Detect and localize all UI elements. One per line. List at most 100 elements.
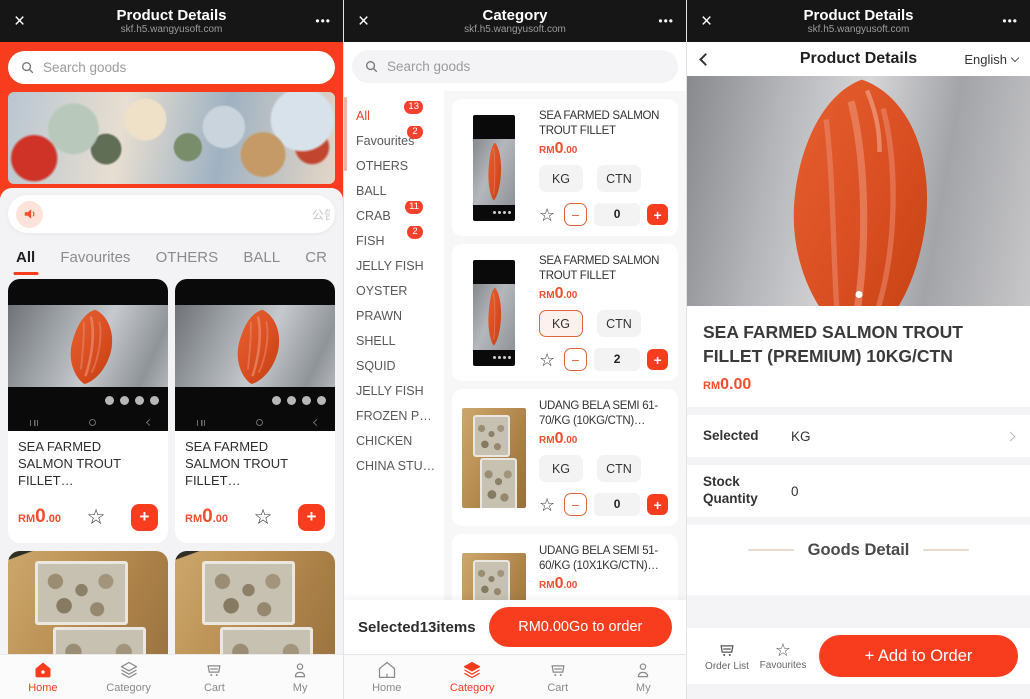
nav-my[interactable]: My [257, 655, 343, 699]
unit-option-kg-selected[interactable]: KG [539, 310, 583, 337]
increase-quantity-button[interactable]: + [647, 494, 668, 515]
product-card[interactable]: SEA FARMED SALMON TROUT FILLET… RM0.00 ☆… [8, 279, 168, 543]
add-to-order-button[interactable]: + Add to Order [819, 635, 1018, 677]
middle-appbar: × Category skf.h5.wangyusoft.com ••• [344, 0, 686, 42]
bottom-strip [687, 684, 1030, 699]
product-hero-image[interactable] [687, 76, 1030, 306]
product-card[interactable] [175, 551, 335, 654]
category-tab[interactable]: OTHERS [156, 249, 219, 266]
decrease-quantity-button[interactable]: − [564, 493, 587, 516]
list-item[interactable]: SEA FARMED SALMON TROUT FILLET (PREMIU… … [452, 99, 678, 236]
category-icon [462, 660, 482, 680]
category-item[interactable]: 13 All [344, 101, 444, 126]
category-item[interactable]: OYSTER [344, 276, 444, 301]
decrease-quantity-button[interactable]: − [564, 348, 587, 371]
category-item[interactable]: SHELL [344, 326, 444, 351]
go-to-order-button[interactable]: RM0.00Go to order [489, 607, 672, 647]
product-card[interactable]: SEA FARMED SALMON TROUT FILLET… RM0.00 ☆… [175, 279, 335, 543]
increase-quantity-button[interactable]: + [647, 204, 668, 225]
screenshot-buttons [493, 211, 511, 214]
right-window-title: Product Details [687, 7, 1030, 24]
product-thumbnail[interactable] [462, 553, 526, 601]
selected-unit-row[interactable]: Selected KG [687, 415, 1030, 457]
nav-home[interactable]: Home [344, 655, 430, 699]
product-image[interactable] [8, 279, 168, 431]
item-title: UDANG BELA SEMI 61-70/KG (10KG/CTN)… [539, 399, 668, 429]
category-tab[interactable]: CR [305, 249, 327, 266]
shrimp-product-image[interactable] [8, 551, 168, 654]
category-item[interactable]: 11 CRAB [344, 201, 444, 226]
unit-option-ctn[interactable]: CTN [597, 165, 641, 192]
nav-cart[interactable]: Cart [515, 655, 601, 699]
page-header: Product Details English [687, 42, 1030, 76]
chevron-right-icon [1006, 431, 1016, 441]
more-icon[interactable]: ••• [658, 14, 674, 28]
category-tab[interactable]: All [16, 249, 35, 266]
item-price: RM0.00 [539, 140, 668, 158]
list-item[interactable]: SEA FARMED SALMON TROUT FILLET (PREMIU… … [452, 244, 678, 381]
category-item[interactable]: BALL [344, 176, 444, 201]
language-selector[interactable]: English [964, 52, 1018, 67]
left-body: 公告 All Favourites OTHERS BALL CR SEA FARMED … [0, 42, 343, 654]
category-label: SQUID [356, 359, 396, 373]
more-icon[interactable]: ••• [1002, 14, 1018, 28]
order-list-button[interactable]: Order List [699, 640, 755, 672]
nav-category[interactable]: Category [430, 655, 516, 699]
category-item[interactable]: FROZEN P… [344, 401, 444, 426]
favourite-star-icon[interactable]: ☆ [539, 206, 555, 224]
category-search-input[interactable] [387, 59, 666, 74]
favourite-star-icon[interactable]: ☆ [254, 507, 273, 528]
category-item[interactable]: 2 Favourites [344, 126, 444, 151]
nav-my[interactable]: My [601, 655, 687, 699]
list-item[interactable]: UDANG BELA SEMI 61-70/KG (10KG/CTN)… RM0… [452, 389, 678, 526]
nav-category[interactable]: Category [86, 655, 172, 699]
unit-option-ctn[interactable]: CTN [597, 310, 641, 337]
nav-label: Category [450, 682, 495, 694]
product-image[interactable] [175, 279, 335, 431]
nav-label: My [636, 682, 651, 694]
favourites-button[interactable]: ☆ Favourites [755, 641, 811, 671]
close-icon[interactable]: × [14, 12, 25, 31]
close-icon[interactable]: × [701, 12, 712, 31]
close-icon[interactable]: × [358, 12, 369, 31]
announcement-bar[interactable]: 公告 [8, 195, 335, 233]
favourite-star-icon[interactable]: ☆ [539, 496, 555, 514]
home-search-bar[interactable] [8, 51, 335, 84]
category-item[interactable]: CHINA STU… [344, 451, 444, 476]
list-item[interactable]: UDANG BELA SEMI 51-60/KG (10X1KG/CTN)… R… [452, 534, 678, 600]
seafood-banner-image[interactable] [8, 92, 335, 184]
category-label: Favourites [356, 134, 414, 148]
category-item[interactable]: CHICKEN [344, 426, 444, 451]
home-search-input[interactable] [43, 60, 323, 75]
shrimp-product-image[interactable] [175, 551, 335, 654]
category-item[interactable]: JELLY FISH [344, 251, 444, 276]
category-item[interactable]: JELLY FISH [344, 376, 444, 401]
nav-home[interactable]: Home [0, 655, 86, 699]
category-item[interactable]: OTHERS [344, 151, 444, 176]
product-card[interactable] [8, 551, 168, 654]
nav-cart[interactable]: Cart [172, 655, 258, 699]
unit-option-kg[interactable]: KG [539, 455, 583, 482]
category-item[interactable]: 2 FISH [344, 226, 444, 251]
product-thumbnail[interactable] [473, 115, 515, 221]
more-icon[interactable]: ••• [315, 14, 331, 28]
favourite-star-icon[interactable]: ☆ [539, 351, 555, 369]
category-item[interactable]: PRAWN [344, 301, 444, 326]
product-thumbnail[interactable] [473, 260, 515, 366]
category-count-badge: 11 [405, 201, 423, 214]
category-tab[interactable]: BALL [243, 249, 280, 266]
category-search-bar[interactable] [352, 50, 678, 83]
goods-detail-title: Goods Detail [808, 541, 910, 560]
add-to-cart-button[interactable]: + [298, 504, 325, 531]
unit-option-kg[interactable]: KG [539, 165, 583, 192]
product-thumbnail[interactable] [462, 408, 526, 508]
increase-quantity-button[interactable]: + [647, 349, 668, 370]
unit-option-ctn[interactable]: CTN [597, 455, 641, 482]
favourite-star-icon[interactable]: ☆ [87, 507, 106, 528]
left-appbar: × Product Details skf.h5.wangyusoft.com … [0, 0, 343, 42]
add-to-cart-button[interactable]: + [131, 504, 158, 531]
decrease-quantity-button[interactable]: − [564, 203, 587, 226]
category-item[interactable]: SQUID [344, 351, 444, 376]
screenshot-buttons [105, 396, 159, 405]
category-tab[interactable]: Favourites [60, 249, 130, 266]
